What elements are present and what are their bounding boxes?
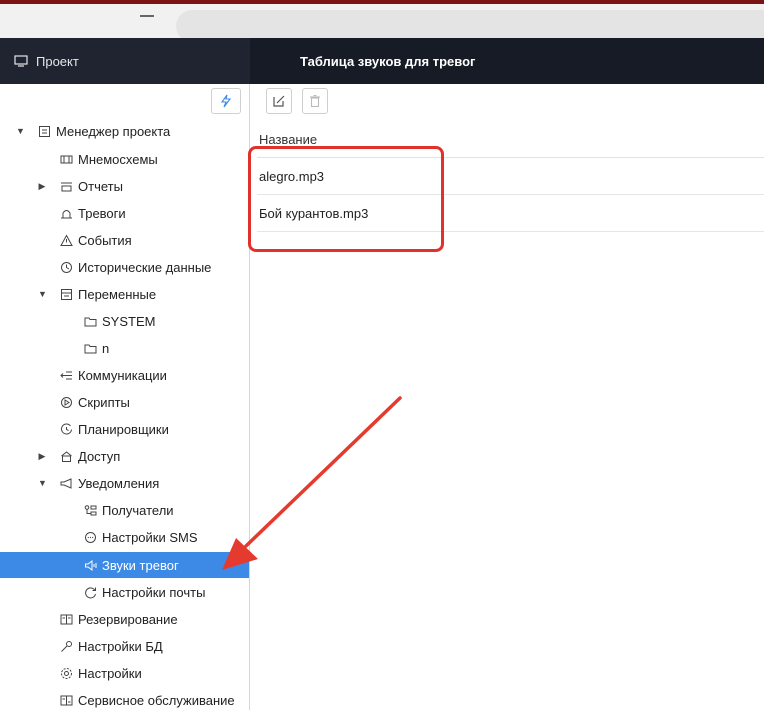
script-icon <box>60 396 73 409</box>
sidebar-item-label: Уведомления <box>78 475 160 491</box>
sidebar-item[interactable]: Планировщики <box>0 416 249 442</box>
report-icon <box>60 180 73 193</box>
sidebar-item[interactable]: Настройки <box>0 660 249 686</box>
sidebar-item-label: Сервисное обслуживание <box>78 692 235 708</box>
project-panel-header: Проект <box>0 38 250 84</box>
sidebar-item[interactable]: ▶ Доступ <box>0 443 249 469</box>
sidebar-item[interactable]: Звуки тревог <box>0 552 249 578</box>
folder-icon <box>84 315 97 328</box>
settings-icon <box>60 667 73 680</box>
sidebar-item[interactable]: Получатели <box>0 497 249 523</box>
scheduler-icon <box>60 423 73 436</box>
sidebar-item[interactable]: ▶ Отчеты <box>0 173 249 199</box>
sidebar-item[interactable]: Мнемосхемы <box>0 146 249 172</box>
annotation-highlight-box <box>248 146 444 252</box>
refresh-button[interactable] <box>211 88 241 114</box>
sidebar-item[interactable]: ▼ Менеджер проекта <box>0 118 249 144</box>
caret-down-icon[interactable]: ▼ <box>16 126 25 136</box>
variables-icon <box>60 288 73 301</box>
sidebar-item-label: Скрипты <box>78 394 130 410</box>
sidebar-item-label: Настройки SMS <box>102 529 198 545</box>
sidebar-item[interactable]: n <box>0 335 249 361</box>
caret-right-icon[interactable]: ▶ <box>38 451 46 462</box>
sidebar-item-label: SYSTEM <box>102 313 156 329</box>
sidebar-item[interactable]: Настройки SMS <box>0 524 249 550</box>
sidebar-item[interactable]: SYSTEM <box>0 308 249 334</box>
trash-icon <box>310 94 320 108</box>
bolt-icon <box>220 94 232 108</box>
sidebar-item[interactable]: Коммуникации <box>0 362 249 388</box>
sidebar-item[interactable]: Тревоги <box>0 200 249 226</box>
sidebar-item[interactable]: Исторические данные <box>0 254 249 280</box>
sidebar-item-label: Отчеты <box>78 178 123 194</box>
sidebar-item-label: Настройки почты <box>102 584 206 600</box>
sound-icon <box>84 559 97 572</box>
sidebar-item-label: Планировщики <box>78 421 169 437</box>
sidebar-item[interactable]: Настройки БД <box>0 633 249 659</box>
sidebar-item[interactable]: Скрипты <box>0 389 249 415</box>
sidebar-item-label: Резервирование <box>78 611 178 627</box>
monitor-icon <box>14 55 28 67</box>
history-icon <box>60 261 73 274</box>
communications-icon <box>60 369 73 382</box>
sidebar-item-label: Получатели <box>102 502 174 518</box>
sidebar-item-label: Исторические данные <box>78 259 212 275</box>
sidebar-item-label: Коммуникации <box>78 367 167 383</box>
sidebar-item[interactable]: Настройки почты <box>0 579 249 605</box>
project-panel-title: Проект <box>36 53 79 69</box>
caret-down-icon[interactable]: ▼ <box>38 478 47 488</box>
notify-icon <box>60 477 73 490</box>
sidebar-item-label: Переменные <box>78 286 157 302</box>
alarm-icon <box>60 207 73 220</box>
sidebar-item-label: n <box>102 340 110 356</box>
access-icon <box>60 450 73 463</box>
page-title: Таблица звуков для тревог <box>300 53 476 69</box>
sidebar-item-label: Доступ <box>78 448 121 464</box>
delete-button[interactable] <box>302 88 328 114</box>
tab-stub <box>140 15 154 17</box>
edit-button[interactable] <box>266 88 292 114</box>
caret-right-icon[interactable]: ▶ <box>38 181 46 192</box>
sidebar-toolbar <box>0 84 249 120</box>
sidebar-item[interactable]: События <box>0 227 249 253</box>
sidebar-item-label: Тревоги <box>78 205 126 221</box>
sidebar-item-label: Мнемосхемы <box>78 151 158 167</box>
mnemo-icon <box>60 153 73 166</box>
folder-icon <box>84 342 97 355</box>
backup-icon <box>60 613 73 626</box>
service-icon <box>60 694 73 707</box>
sidebar-item-label: Настройки БД <box>78 638 163 654</box>
sidebar-item[interactable]: ▼ Уведомления <box>0 470 249 496</box>
sidebar-item-label: Звуки тревог <box>102 557 179 573</box>
warning-icon <box>60 233 73 247</box>
recipients-icon <box>84 504 97 517</box>
edit-icon <box>273 95 285 107</box>
mail-settings-icon <box>84 586 97 599</box>
db-settings-icon <box>60 640 73 653</box>
sidebar-item-label: События <box>78 232 132 248</box>
sidebar-item[interactable]: Резервирование <box>0 606 249 632</box>
sidebar-item-label: Менеджер проекта <box>56 123 171 139</box>
main-header: Таблица звуков для тревог <box>250 38 764 84</box>
sms-icon <box>84 531 97 544</box>
browser-bar <box>0 4 764 42</box>
list-doc-icon <box>38 125 51 138</box>
sidebar-item[interactable]: ▼ Переменные <box>0 281 249 307</box>
sidebar-item-label: Настройки <box>78 665 142 681</box>
caret-down-icon[interactable]: ▼ <box>38 289 47 299</box>
sidebar-item[interactable]: Сервисное обслуживание <box>0 687 249 713</box>
